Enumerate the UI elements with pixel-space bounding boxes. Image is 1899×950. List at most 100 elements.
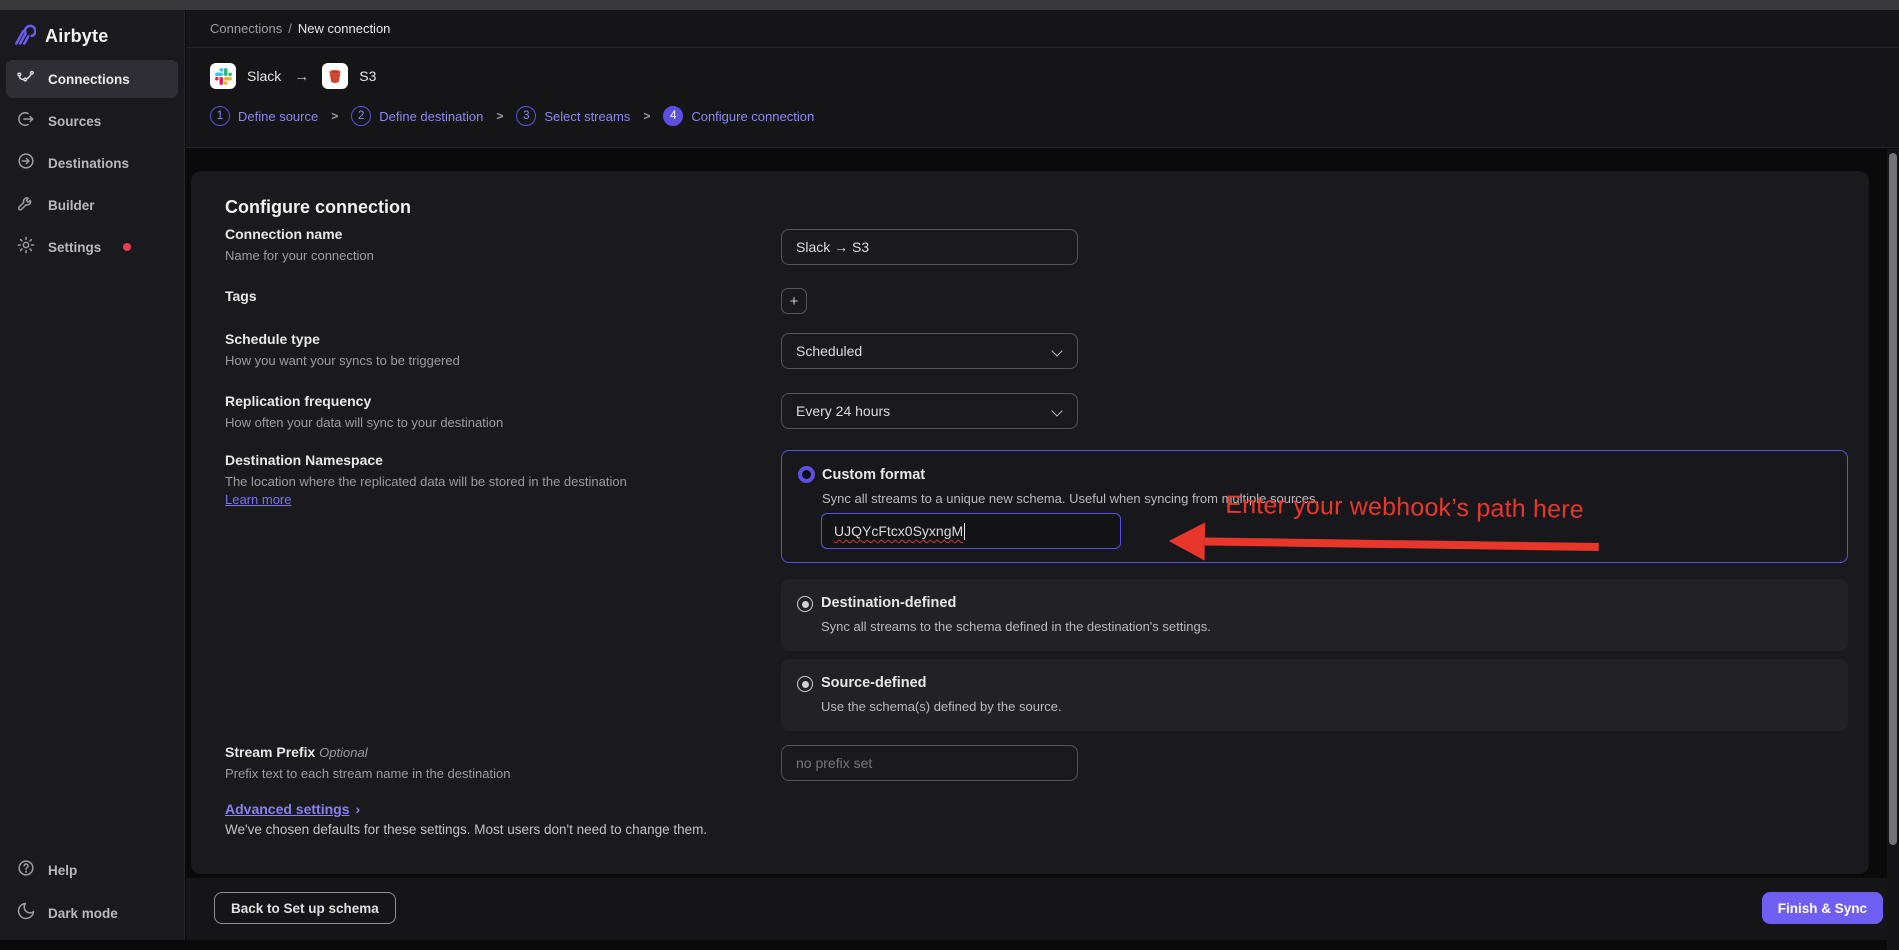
radio-selected-icon[interactable] [798,466,815,483]
text-cursor [964,523,965,540]
moon-icon [16,901,36,926]
step-separator-icon: > [643,109,650,123]
field-label: Tags [225,288,755,304]
add-tag-button[interactable]: + [781,288,807,314]
sidebar-item-label: Destinations [48,156,129,171]
destination-namespace-label-block: Destination Namespace The location where… [225,452,755,509]
scrollbar-thumb[interactable] [1889,153,1897,845]
advanced-settings-row: Advanced settings › [225,801,360,817]
sidebar-item-label: Connections [48,72,130,87]
breadcrumb: Connections / New connection [210,21,390,36]
field-label: Destination Namespace [225,452,755,468]
field-label: Stream Prefix Optional [225,744,755,760]
field-description: Prefix text to each stream name in the d… [225,766,755,781]
breadcrumb-separator: / [288,21,292,36]
sidebar-item-settings[interactable]: Settings [6,228,178,266]
step-number: 3 [516,106,536,126]
destinations-icon [16,151,36,176]
selected-value: Scheduled [796,343,862,359]
stream-prefix-input[interactable] [781,745,1078,781]
field-description: How often your data will sync to your de… [225,415,755,430]
connections-icon [16,67,36,92]
chevron-down-icon [1051,345,1062,356]
stepper: 1 Define source > 2 Define destination >… [210,106,1899,126]
step-configure-connection[interactable]: 4 Configure connection [663,106,814,126]
annotation-text: Enter your webhook’s path here [1225,491,1599,525]
step-number: 1 [210,106,230,126]
sidebar: Airbyte Connections Sources [0,10,185,940]
settings-notification-dot [123,243,131,251]
s3-icon [322,63,348,89]
connection-header: Slack → S3 1 Define source > 2 Define de… [186,48,1899,148]
action-footer: Back to Set up schema Finish & Sync [186,878,1899,940]
field-label: Connection name [225,226,755,242]
replication-frequency-select[interactable]: Every 24 hours [781,393,1078,429]
field-label: Replication frequency [225,393,755,409]
schedule-type-select[interactable]: Scheduled [781,333,1078,369]
main-area: Connections / New connection Slack → [186,10,1899,940]
custom-format-input[interactable]: UJQYcFtcx0SyxngM [821,513,1121,549]
airbyte-logo-icon [9,20,36,52]
annotation-callout: Enter your webhook’s path here [1169,490,1600,566]
custom-format-value: UJQYcFtcx0SyxngM [834,523,963,539]
breadcrumb-bar: Connections / New connection [186,10,1899,48]
arrow-right-icon: → [294,68,309,85]
selected-value: Every 24 hours [796,403,890,419]
finish-and-sync-button[interactable]: Finish & Sync [1762,892,1883,924]
sidebar-item-label: Dark mode [48,906,118,921]
replication-frequency-label-block: Replication frequency How often your dat… [225,393,755,430]
step-define-destination[interactable]: 2 Define destination [351,106,483,126]
field-label: Schedule type [225,331,755,347]
advanced-settings-description: We've chosen defaults for these settings… [225,822,707,837]
sidebar-item-label: Help [48,863,77,878]
step-label: Select streams [544,109,630,124]
connection-name-input[interactable] [781,229,1078,265]
step-label: Define destination [379,109,483,124]
option-description: Sync all streams to the schema defined i… [821,619,1211,634]
sidebar-item-label: Settings [48,240,101,255]
sidebar-item-builder[interactable]: Builder [6,186,178,224]
radio-unselected-icon[interactable] [797,596,813,612]
step-separator-icon: > [331,109,338,123]
sidebar-item-connections[interactable]: Connections [6,60,178,98]
page-title: Configure connection [225,197,411,218]
sidebar-item-destinations[interactable]: Destinations [6,144,178,182]
wrench-icon [16,193,36,218]
sidebar-footer: Help Dark mode [6,851,178,932]
field-description: How you want your syncs to be triggered [225,353,755,368]
app-logo[interactable]: Airbyte [0,10,184,52]
gear-icon [16,235,36,260]
radio-unselected-icon[interactable] [797,676,813,692]
sidebar-item-help[interactable]: Help [6,851,178,889]
sidebar-nav: Connections Sources Destinations [0,60,184,266]
step-number: 4 [663,106,683,126]
field-description: The location where the replicated data w… [225,474,755,489]
option-title: Custom format [822,467,925,483]
sources-icon [16,109,36,134]
tags-label-block: Tags [225,288,755,304]
breadcrumb-current: New connection [298,21,391,36]
source-name: Slack [247,68,281,84]
step-define-source[interactable]: 1 Define source [210,106,318,126]
namespace-option-destination-defined[interactable]: Destination-defined Sync all streams to … [781,579,1848,651]
sidebar-item-sources[interactable]: Sources [6,102,178,140]
arrow-left-head-icon [1169,522,1206,560]
annotation-arrow [1169,522,1599,566]
breadcrumb-parent[interactable]: Connections [210,21,282,36]
chevron-right-icon: › [355,801,360,817]
sidebar-item-dark-mode[interactable]: Dark mode [6,894,178,932]
configure-connection-card: Configure connection Connection name Nam… [191,171,1869,874]
step-select-streams[interactable]: 3 Select streams [516,106,630,126]
namespace-option-source-defined[interactable]: Source-defined Use the schema(s) defined… [781,659,1848,731]
arrow-shaft [1205,537,1599,551]
step-label: Define source [238,109,318,124]
learn-more-link[interactable]: Learn more [225,492,291,507]
chevron-down-icon [1051,405,1062,416]
sidebar-item-label: Sources [48,114,101,129]
back-button[interactable]: Back to Set up schema [214,892,396,924]
slack-icon [210,63,236,89]
field-description: Name for your connection [225,248,755,263]
advanced-settings-link[interactable]: Advanced settings [225,801,349,817]
connection-name-label-block: Connection name Name for your connection [225,226,755,263]
schedule-type-label-block: Schedule type How you want your syncs to… [225,331,755,368]
